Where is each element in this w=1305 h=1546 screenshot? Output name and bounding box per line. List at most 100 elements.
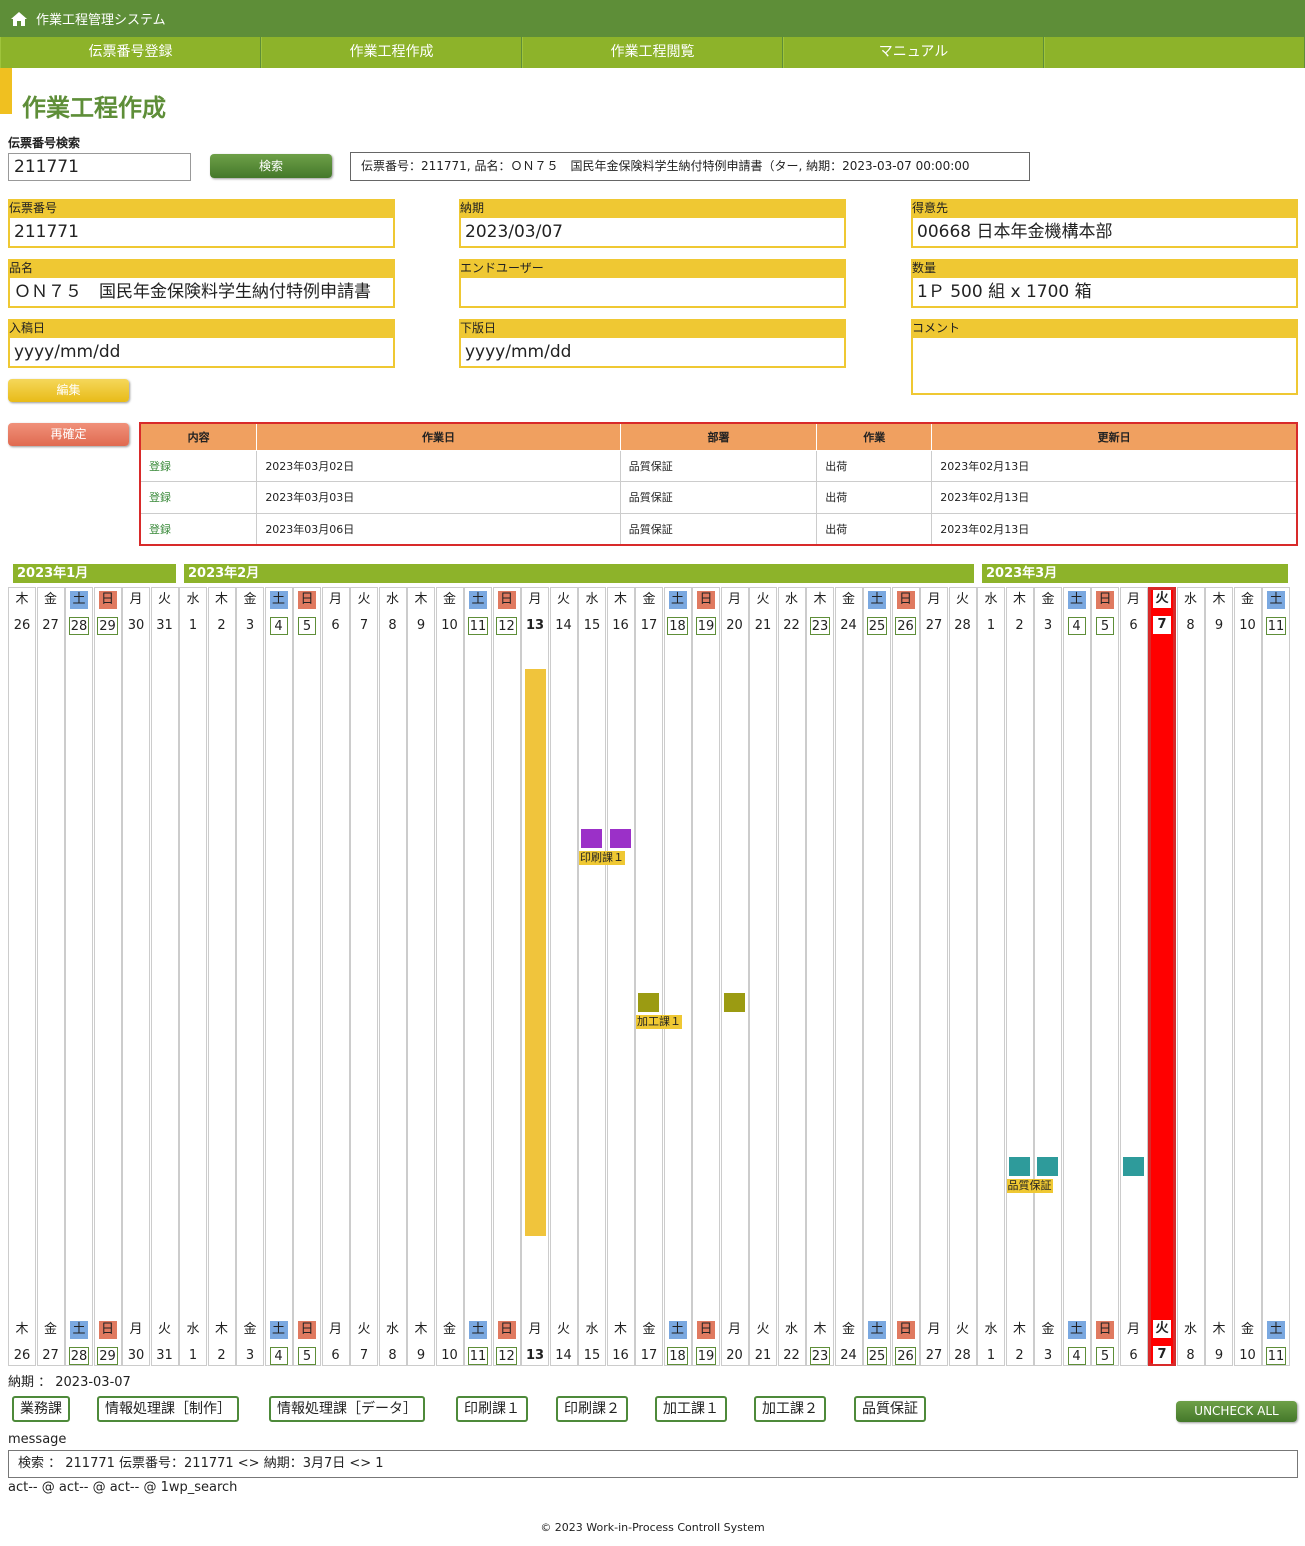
- nav-slip-registration[interactable]: 伝票番号登録: [0, 37, 261, 68]
- day-column[interactable]: 水 22 水 22: [777, 587, 806, 1366]
- dept-button-print-1[interactable]: 印刷課１: [456, 1396, 528, 1422]
- day-column[interactable]: 火 28 火 28: [948, 587, 977, 1366]
- quantity-input[interactable]: 1Ｐ 500 組 x 1700 箱: [911, 278, 1298, 308]
- weekday-label: 木: [608, 591, 634, 609]
- day-number: 25: [864, 617, 890, 635]
- dept-button-info-production[interactable]: 情報処理課［制作］: [97, 1396, 239, 1422]
- day-column[interactable]: 金 10 金 10: [1233, 587, 1262, 1366]
- day-column[interactable]: 土 11 土 11: [1262, 587, 1290, 1366]
- day-column[interactable]: 金 10 金 10: [435, 587, 464, 1366]
- task-bar-process[interactable]: [638, 993, 659, 1012]
- nav-process-create[interactable]: 作業工程作成: [261, 37, 522, 68]
- dept-button-quality[interactable]: 品質保証: [854, 1396, 926, 1422]
- reconfirm-button[interactable]: 再確定: [8, 423, 129, 446]
- history-link[interactable]: 登録: [140, 481, 258, 514]
- day-column[interactable]: 水 15 水 15: [578, 587, 606, 1366]
- day-number: 10: [437, 1347, 463, 1365]
- weekday-text: 日: [98, 591, 117, 609]
- day-column[interactable]: 金 3 金 3: [236, 587, 264, 1366]
- day-column[interactable]: 金 3 金 3: [1034, 587, 1062, 1366]
- day-column[interactable]: 土 4 土 4: [264, 587, 293, 1366]
- weekday-text: 金: [1240, 1322, 1254, 1337]
- day-column[interactable]: 土 25 土 25: [863, 587, 891, 1366]
- day-number: 1: [180, 1347, 206, 1365]
- task-bar-process[interactable]: [723, 993, 745, 1012]
- history-link[interactable]: 登録: [140, 512, 258, 545]
- day-column[interactable]: 水 8 水 8: [1176, 587, 1205, 1366]
- day-column[interactable]: 水 8 水 8: [378, 587, 407, 1366]
- day-column[interactable]: 日 12 日 12: [492, 587, 521, 1366]
- day-column[interactable]: 木 9 木 9: [1205, 587, 1233, 1366]
- day-column[interactable]: 月 30 月 30: [122, 587, 150, 1366]
- weekday-text: 金: [1041, 1322, 1055, 1337]
- task-bar-print[interactable]: [581, 829, 602, 848]
- day-text: 25: [866, 1347, 888, 1365]
- nav-process-view[interactable]: 作業工程閲覧: [522, 37, 783, 68]
- day-text: 7: [1153, 1346, 1171, 1364]
- day-column[interactable]: 日 5 日 5: [1091, 587, 1119, 1366]
- day-column[interactable]: 木 16 木 16: [606, 587, 635, 1366]
- uncheck-all-button[interactable]: UNCHECK ALL: [1176, 1401, 1297, 1422]
- day-text: 2: [217, 618, 226, 633]
- search-input[interactable]: 211771: [8, 153, 191, 181]
- day-text: 14: [555, 1348, 572, 1363]
- home-icon[interactable]: [10, 11, 28, 27]
- day-column[interactable]: 金 17 金 17: [635, 587, 663, 1366]
- weekday-text: 木: [414, 1322, 428, 1337]
- day-column[interactable]: 金 27 金 27: [36, 587, 65, 1366]
- edit-button[interactable]: 編集: [8, 379, 129, 402]
- task-bar-quality[interactable]: [1008, 1157, 1030, 1176]
- task-bar-quality[interactable]: [1037, 1157, 1058, 1176]
- due-date-text: 納期 ： 2023-03-07: [8, 1375, 131, 1390]
- customer-input[interactable]: 00668 日本年金機構本部: [911, 218, 1298, 248]
- dept-button-gyomu[interactable]: 業務課: [12, 1396, 70, 1422]
- day-column[interactable]: 火 31 火 31: [150, 587, 179, 1366]
- comment-textarea[interactable]: [911, 338, 1298, 395]
- day-column[interactable]: 土 11 土 11: [464, 587, 492, 1366]
- day-column[interactable]: 水 1 水 1: [179, 587, 207, 1366]
- dept-button-process-1[interactable]: 加工課１: [655, 1396, 727, 1422]
- day-column[interactable]: 月 6 月 6: [321, 587, 350, 1366]
- day-column[interactable]: 日 19 日 19: [692, 587, 720, 1366]
- day-column[interactable]: 木 23 木 23: [806, 587, 834, 1366]
- history-link[interactable]: 登録: [140, 449, 258, 482]
- day-column[interactable]: 土 4 土 4: [1062, 587, 1091, 1366]
- weekday-label: 月: [722, 591, 748, 609]
- day-column[interactable]: 火 7 火 7: [1148, 587, 1176, 1366]
- day-column[interactable]: 火 14 火 14: [549, 587, 578, 1366]
- day-text: 24: [840, 1348, 857, 1363]
- dept-button-process-2[interactable]: 加工課２: [754, 1396, 826, 1422]
- day-column[interactable]: 日 5 日 5: [293, 587, 321, 1366]
- task-bar-print[interactable]: [609, 829, 631, 848]
- day-column[interactable]: 月 20 月 20: [720, 587, 749, 1366]
- day-column[interactable]: 木 26 木 26: [8, 587, 36, 1366]
- dept-button-print-2[interactable]: 印刷課２: [556, 1396, 628, 1422]
- dept-button-info-data[interactable]: 情報処理課［データ］: [269, 1396, 425, 1422]
- plate-date-input[interactable]: yyyy/mm/dd: [459, 338, 846, 368]
- nav-manual[interactable]: マニュアル: [783, 37, 1044, 68]
- day-column[interactable]: 日 29 日 29: [93, 587, 122, 1366]
- day-column[interactable]: 木 9 木 9: [407, 587, 435, 1366]
- task-bar-long[interactable]: [525, 669, 546, 1236]
- slip-no-input[interactable]: 211771: [8, 218, 395, 248]
- day-column[interactable]: 土 18 土 18: [663, 587, 692, 1366]
- product-input[interactable]: ＯＮ７５ 国民年金保険料学生納付特例申請書: [8, 278, 395, 308]
- entry-date-input[interactable]: yyyy/mm/dd: [8, 338, 395, 368]
- search-button[interactable]: 検索: [210, 154, 332, 178]
- task-bar-quality[interactable]: [1122, 1157, 1144, 1176]
- day-column[interactable]: 火 7 火 7: [350, 587, 378, 1366]
- day-text: 11: [1265, 1347, 1287, 1365]
- weekday-text: 火: [1153, 590, 1171, 608]
- end-user-input[interactable]: [459, 278, 846, 308]
- day-column[interactable]: 土 28 土 28: [65, 587, 93, 1366]
- day-column[interactable]: 火 21 火 21: [749, 587, 777, 1366]
- day-column[interactable]: 月 27 月 27: [920, 587, 948, 1366]
- day-column[interactable]: 日 26 日 26: [891, 587, 920, 1366]
- day-column[interactable]: 金 24 金 24: [834, 587, 863, 1366]
- day-column[interactable]: 月 6 月 6: [1119, 587, 1148, 1366]
- day-column[interactable]: 木 2 木 2: [207, 587, 236, 1366]
- weekday-label: 火: [152, 1321, 178, 1339]
- due-input[interactable]: 2023/03/07: [459, 218, 846, 248]
- day-column[interactable]: 水 1 水 1: [977, 587, 1005, 1366]
- day-column[interactable]: 木 2 木 2: [1005, 587, 1034, 1366]
